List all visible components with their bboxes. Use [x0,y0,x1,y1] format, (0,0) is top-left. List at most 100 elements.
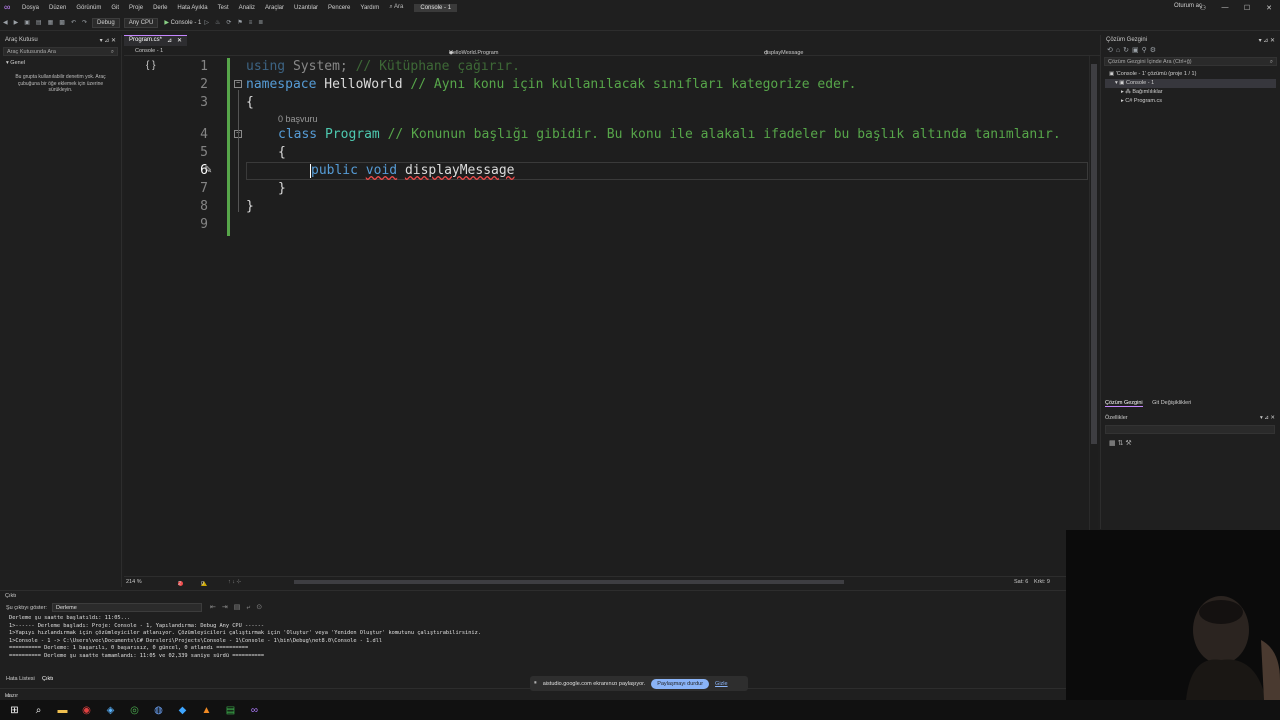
taskbar-search-icon[interactable]: ⌕ [32,704,45,717]
save-icon[interactable]: ▦ [48,19,54,26]
menu-analyze[interactable]: Analiz [234,5,260,11]
run-button[interactable]: ▶ Console - 1 [164,19,201,26]
menu-help[interactable]: Yardım [355,5,384,11]
solution-search-input[interactable]: Çözüm Gezgini İçinde Ara (Ctrl+ğ) ⌕ [1104,57,1277,66]
menu-window[interactable]: Pencere [323,5,355,11]
browser-link-icon[interactable]: ⟳ [226,19,231,26]
toolbox-group-general[interactable]: ▾ Genel [0,58,121,68]
menu-build[interactable]: Derle [148,5,172,11]
output-line: 1>------ Derleme başladı: Proje: Console… [9,622,265,629]
stop-sharing-button[interactable]: Paylaşmayı durdur [651,678,710,689]
editor-horizontal-scrollbar[interactable] [294,580,844,584]
open-log-icon[interactable]: ⊙ [256,604,268,611]
redo-icon[interactable]: ↷ [82,19,87,26]
settings-icon[interactable]: ⚙ [1150,47,1159,54]
run-without-debug-icon[interactable]: ▷ [204,19,209,26]
menu-edit[interactable]: Düzen [44,5,71,11]
app-icon[interactable]: ◉ [80,704,93,717]
panel-controls-icon[interactable]: ▾ ⊿ ✕ [1259,37,1275,44]
close-tab-icon[interactable]: ✕ [177,37,182,45]
save-all-icon[interactable]: ▩ [59,19,65,26]
outline-guide [238,140,239,190]
menu-view[interactable]: Görünüm [71,5,106,11]
cursor-column: Krkt: 9 [1034,579,1050,585]
minimize-icon[interactable]: — [1214,4,1236,11]
menu-file[interactable]: Dosya [17,5,44,11]
line-number: 4 [200,127,208,142]
categorized-icon[interactable]: ▦ [1109,440,1116,447]
sync-icon[interactable]: ⟲ [1107,47,1116,54]
open-folder-icon[interactable]: ▤ [36,19,42,26]
tree-item-dependencies[interactable]: ▸ ⁂ Bağımlılıklar [1105,88,1276,97]
app-icon[interactable]: ▲ [200,704,213,717]
browser-icon[interactable]: ◍ [152,704,165,717]
toolbox-search-placeholder: Araç Kutusunda Ara [7,49,56,55]
zoom-level[interactable]: 214 % [126,579,142,585]
menu-debug[interactable]: Hata Ayıkla [172,5,212,11]
warning-count-value: 0 [201,581,205,587]
undo-icon[interactable]: ↶ [71,19,76,26]
menu-extensions[interactable]: Uzantılar [289,5,323,11]
tree-item-program-cs[interactable]: ▸ C# Program.cs [1105,97,1276,106]
toolbar: ◀ ▶ ▣ ▤ ▦ ▩ ↶ ↷ Debug Any CPU ▶ Console … [0,15,1280,31]
nav-arrows-icon[interactable]: ↑ ↓ ⊹ [228,579,241,585]
alphabetical-icon[interactable]: ⇅ [1118,440,1124,447]
filter-icon[interactable]: ⚲ [1142,47,1150,54]
collapse-namespace-icon[interactable]: − [234,80,242,88]
file-explorer-icon[interactable]: ▬ [56,704,69,717]
hide-banner-link[interactable]: Gizle [715,681,728,687]
prev-message-icon[interactable]: ⇤ [210,604,222,611]
configuration-select[interactable]: Debug [92,17,120,28]
word-wrap-icon[interactable]: ⤶ [246,604,256,611]
properties-object-select[interactable] [1105,425,1275,434]
close-icon[interactable]: ✕ [1258,4,1280,12]
property-pages-icon[interactable]: ⚒ [1125,440,1131,447]
tree-item-solution[interactable]: ▣ 'Console - 1' çözümü (proje 1 / 1) [1105,70,1276,79]
tab-error-list[interactable]: Hata Listesi [6,676,35,682]
back-icon[interactable]: ◀ [3,19,8,26]
nav-project-dropdown[interactable]: Console - 1 [135,48,163,54]
refresh-icon[interactable]: ↻ [1123,47,1132,54]
tab-program-cs[interactable]: Program.cs* ⊿ ✕ [124,35,188,46]
editor-vertical-scrollbar[interactable] [1089,56,1098,576]
comment-icon[interactable]: ≡ [249,20,253,26]
chrome-icon[interactable]: ◎ [128,704,141,717]
tab-git-changes[interactable]: Git Değişiklikleri [1152,400,1191,406]
platform-select[interactable]: Any CPU [123,17,159,28]
visual-studio-icon[interactable]: ∞ [248,704,261,717]
editor-status-bar: 214 % 2 0 ↑ ↓ ⊹ Sat: 6 Krkt: 9 [124,576,1100,587]
screwdriver-icon[interactable]: ✎ [204,165,212,176]
account-icon[interactable]: ⚇ [1192,4,1214,12]
menu-test[interactable]: Test [213,5,234,11]
toolbox-search-input[interactable]: Araç Kutusunda Ara ⌕ [3,47,118,56]
solution-search-placeholder: Çözüm Gezgini İçinde Ara (Ctrl+ğ) [1108,59,1192,65]
uncomment-icon[interactable]: ≣ [258,19,263,26]
pin-icon[interactable]: ⊿ [167,37,172,45]
panel-pin-icon[interactable]: ▾ ⊿ ✕ [100,37,116,44]
tab-output[interactable]: Çıktı [42,676,53,682]
editor-navigation-bar: Console - 1 ◆ HelloWorld.Program ◇ displ… [124,46,1100,56]
tab-solution-explorer[interactable]: Çözüm Gezgini [1105,400,1143,407]
steam-icon[interactable]: ◈ [104,704,117,717]
search-button[interactable]: ⌕ Ara [384,4,408,11]
menu-tools[interactable]: Araçlar [260,5,289,11]
vscode-icon[interactable]: ◆ [176,704,189,717]
output-line: 1>Yapıyı hızlandırmak için çözümleyicile… [9,630,481,636]
menu-project[interactable]: Proje [124,5,148,11]
menu-git[interactable]: Git [106,5,124,11]
new-file-icon[interactable]: ▣ [24,19,30,26]
maximize-icon[interactable]: ☐ [1236,4,1258,12]
collapse-all-icon[interactable]: ▣ [1132,47,1142,54]
output-source-select[interactable]: Derleme [52,603,202,612]
windows-start-icon[interactable]: ⊞ [8,704,21,717]
hot-reload-icon[interactable]: ♨ [215,19,220,26]
next-message-icon[interactable]: ⇥ [222,604,234,611]
bookmark-icon[interactable]: ⚑ [237,19,242,26]
document-icon[interactable]: ▤ [224,704,237,717]
scrollbar-thumb[interactable] [1091,64,1097,444]
codelens-references[interactable]: 0 başvuru [278,114,318,124]
clear-all-icon[interactable]: ▤ [234,604,247,611]
panel-controls-icon[interactable]: ▾ ⊿ ✕ [1260,415,1275,421]
forward-icon[interactable]: ▶ [14,19,19,26]
tree-item-project[interactable]: ▾ ▣ Console - 1 [1105,79,1276,88]
